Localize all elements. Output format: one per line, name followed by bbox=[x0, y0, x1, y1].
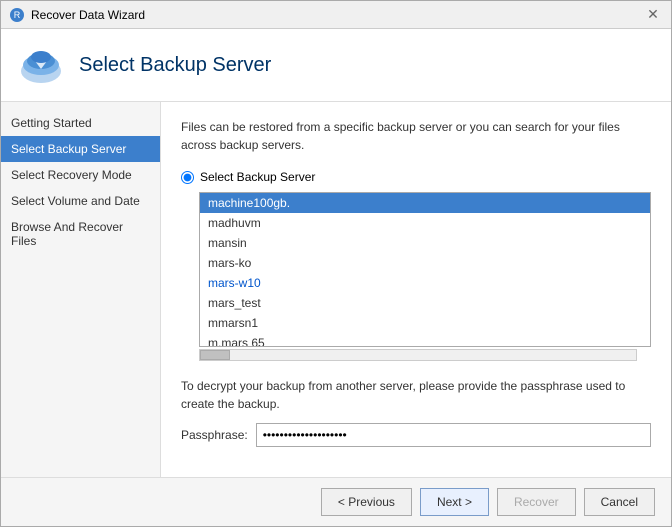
list-item[interactable]: mars-w10 bbox=[200, 273, 650, 293]
select-backup-radio[interactable] bbox=[181, 171, 194, 184]
svg-text:R: R bbox=[14, 10, 21, 20]
list-item[interactable]: mansin bbox=[200, 233, 650, 253]
main-window: R Recover Data Wizard ✕ Select Backup Se… bbox=[0, 0, 672, 527]
list-item[interactable]: machine100gb. bbox=[200, 193, 650, 213]
page-title: Select Backup Server bbox=[79, 54, 271, 77]
list-item[interactable]: mars_test bbox=[200, 293, 650, 313]
radio-section: Select Backup Server machine100gb. madhu… bbox=[181, 170, 651, 361]
header-icon bbox=[17, 41, 65, 89]
horizontal-scrollbar[interactable] bbox=[199, 349, 637, 361]
passphrase-row: Passphrase: bbox=[181, 423, 651, 447]
passphrase-input[interactable] bbox=[256, 423, 651, 447]
previous-button[interactable]: < Previous bbox=[321, 488, 412, 516]
select-backup-label: Select Backup Server bbox=[200, 170, 315, 184]
sidebar-item-select-volume-date[interactable]: Select Volume and Date bbox=[1, 188, 160, 214]
list-item[interactable]: m.mars 65 bbox=[200, 333, 650, 347]
list-item[interactable]: madhuvm bbox=[200, 213, 650, 233]
app-icon: R bbox=[9, 7, 25, 23]
title-bar: R Recover Data Wizard ✕ bbox=[1, 1, 671, 29]
list-item[interactable]: mmarsn1 bbox=[200, 313, 650, 333]
server-listbox[interactable]: machine100gb. madhuvm mansin mars-ko mar… bbox=[199, 192, 651, 347]
content-area: Getting Started Select Backup Server Sel… bbox=[1, 102, 671, 477]
footer: < Previous Next > Recover Cancel bbox=[1, 477, 671, 526]
sidebar-item-browse-recover[interactable]: Browse And Recover Files bbox=[1, 214, 160, 254]
sidebar-item-select-recovery-mode[interactable]: Select Recovery Mode bbox=[1, 162, 160, 188]
next-button[interactable]: Next > bbox=[420, 488, 489, 516]
select-backup-radio-label[interactable]: Select Backup Server bbox=[181, 170, 651, 184]
page-description: Files can be restored from a specific ba… bbox=[181, 118, 651, 154]
main-content: Files can be restored from a specific ba… bbox=[161, 102, 671, 477]
window-title: Recover Data Wizard bbox=[31, 8, 145, 22]
sidebar-item-getting-started[interactable]: Getting Started bbox=[1, 110, 160, 136]
wizard-header: Select Backup Server bbox=[1, 29, 671, 102]
passphrase-label: Passphrase: bbox=[181, 428, 248, 442]
scrollbar-thumb[interactable] bbox=[200, 350, 230, 360]
decrypt-description: To decrypt your backup from another serv… bbox=[181, 377, 651, 413]
title-bar-left: R Recover Data Wizard bbox=[9, 7, 145, 23]
cancel-button[interactable]: Cancel bbox=[584, 488, 655, 516]
sidebar: Getting Started Select Backup Server Sel… bbox=[1, 102, 161, 477]
recover-button[interactable]: Recover bbox=[497, 488, 576, 516]
sidebar-item-select-backup-server[interactable]: Select Backup Server bbox=[1, 136, 160, 162]
close-button[interactable]: ✕ bbox=[643, 5, 663, 25]
list-item[interactable]: mars-ko bbox=[200, 253, 650, 273]
decrypt-section: To decrypt your backup from another serv… bbox=[181, 377, 651, 447]
